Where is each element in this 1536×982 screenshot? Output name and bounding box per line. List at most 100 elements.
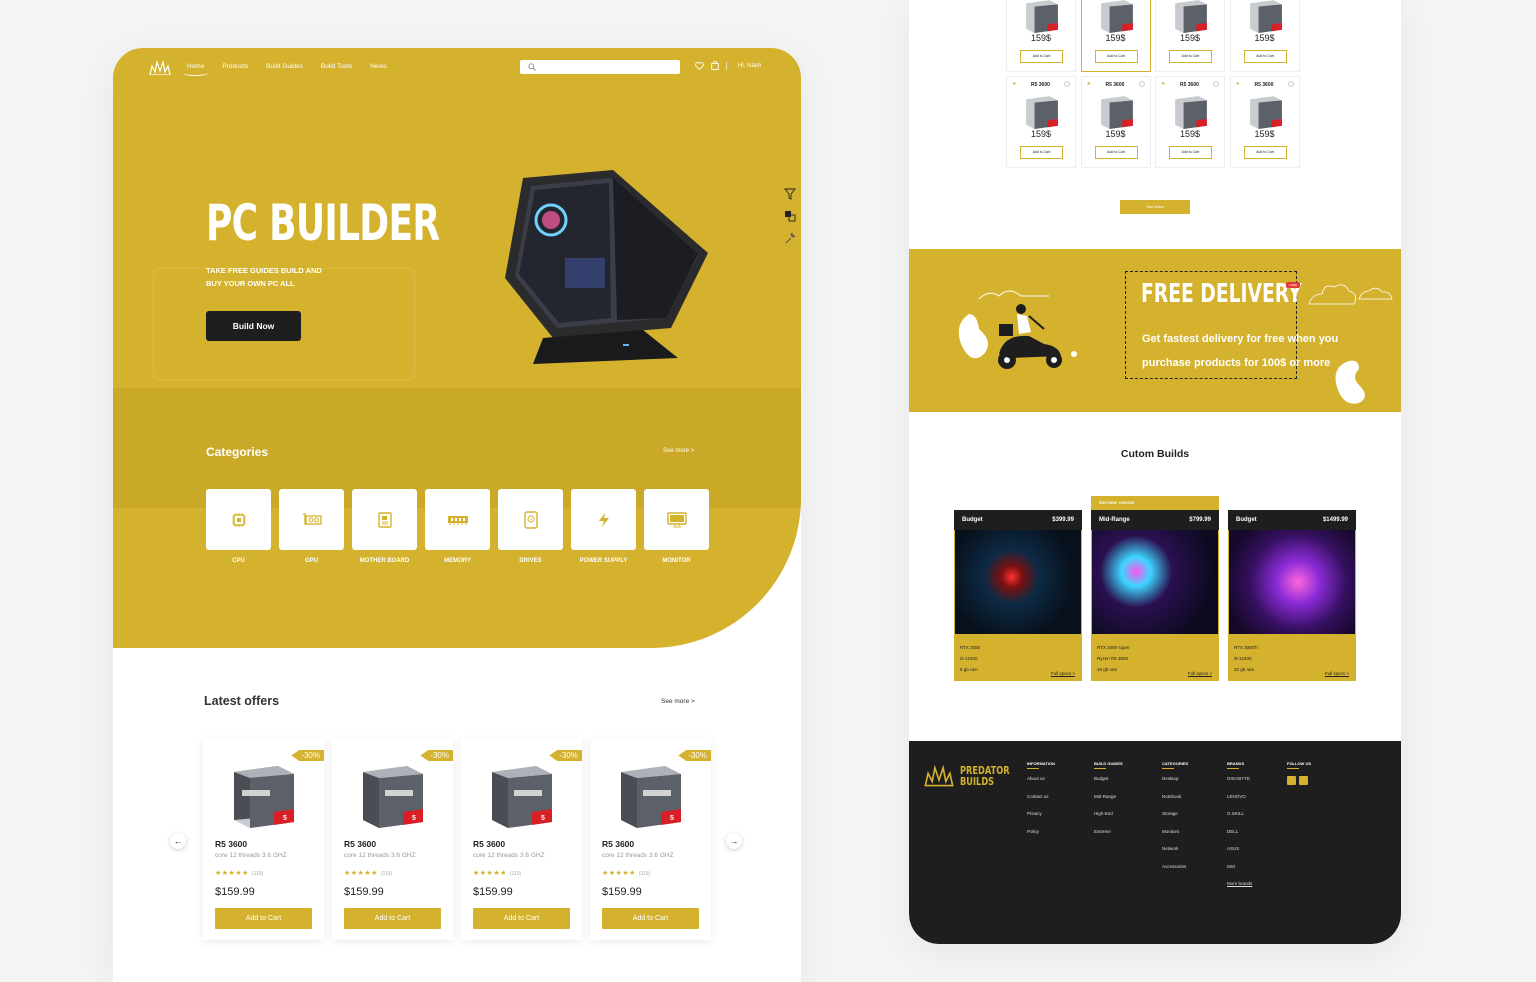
- heart-icon[interactable]: [1287, 81, 1294, 87]
- category-cpu[interactable]: CPU: [206, 489, 271, 564]
- grid-product-card[interactable]: ★ R5 3600 159$ Add to Cart: [1155, 76, 1225, 168]
- grid-see-more-button[interactable]: See More: [1120, 200, 1190, 214]
- category-memory[interactable]: MEMORY: [425, 489, 490, 564]
- product-name: R5 3600: [344, 839, 377, 849]
- build-card[interactable]: Budget $1499.99 RTX 3080TI i9-12400 32 gb r…: [1228, 510, 1356, 681]
- latest-offers-see-more-link[interactable]: See more >: [661, 698, 695, 705]
- ryzen-box-image: [1175, 0, 1207, 33]
- footer-link[interactable]: Accessories: [1162, 864, 1188, 869]
- footer-link[interactable]: MSI: [1227, 864, 1252, 869]
- grid-add-to-cart-button[interactable]: Add to Cart: [1020, 50, 1063, 63]
- grid-product-card[interactable]: 159$ Add to Cart: [1006, 0, 1076, 72]
- grid-product-card-selected[interactable]: 159$ Add to Cart: [1080, 0, 1151, 72]
- gpu-icon: [302, 512, 322, 525]
- add-to-cart-button[interactable]: Add to Cart: [602, 908, 699, 929]
- nav-products[interactable]: Products: [222, 63, 248, 70]
- homepage-lower-screen: 159$ Add to Cart 159$ Add to Cart 159$ Add …: [909, 0, 1401, 944]
- footer-link[interactable]: Mid-Range: [1094, 794, 1123, 799]
- carousel-prev-button[interactable]: ←: [170, 833, 186, 849]
- search-icon: [528, 63, 536, 71]
- discount-badge: -30%: [549, 750, 582, 761]
- product-card[interactable]: -30% 5 R5 3600 core 12 threads 3.6 GHZ ★…: [332, 738, 453, 940]
- category-drives[interactable]: DRIVES: [498, 489, 563, 564]
- category-monitor[interactable]: MONITOR: [644, 489, 709, 564]
- grid-add-to-cart-button[interactable]: Add to Cart: [1243, 146, 1287, 159]
- grid-add-to-cart-button[interactable]: Add to Cart: [1243, 50, 1287, 63]
- build-card[interactable]: Budget $399.99 RTX 3050 i3-12400 8 gb ram F…: [954, 510, 1082, 681]
- footer-link[interactable]: Privacy: [1027, 811, 1055, 816]
- footer-logo[interactable]: PREDATOR BUILDS: [924, 765, 1020, 787]
- grid-add-to-cart-button[interactable]: Add to Cart: [1169, 50, 1212, 63]
- nav-build-guides[interactable]: Build Guides: [266, 63, 303, 70]
- footer-link[interactable]: High-End: [1094, 811, 1123, 816]
- search-input[interactable]: [520, 60, 680, 74]
- more-brands-link[interactable]: More brands: [1227, 881, 1252, 886]
- facebook-icon[interactable]: [1287, 776, 1296, 785]
- footer-link[interactable]: Contact us: [1027, 794, 1055, 799]
- heart-icon[interactable]: [1064, 81, 1070, 87]
- product-card[interactable]: -30% 5 R5 3600 core 12 threads 3.6 GHZ ★…: [203, 738, 324, 940]
- heart-icon[interactable]: [1138, 81, 1145, 87]
- footer-link[interactable]: G.SKILL: [1227, 811, 1252, 816]
- category-motherboard[interactable]: MOTHER BOARD: [352, 489, 417, 564]
- grid-product-card[interactable]: ★ R5 3600 159$ Add to Cart: [1080, 76, 1151, 168]
- heart-icon[interactable]: [695, 61, 704, 70]
- filter-icon[interactable]: [784, 188, 796, 200]
- footer-link[interactable]: LENOVO: [1227, 794, 1252, 799]
- category-gpu[interactable]: GPU: [279, 489, 344, 564]
- full-specs-link[interactable]: Full specs >: [1188, 671, 1212, 676]
- wrench-icon[interactable]: [784, 232, 796, 244]
- grid-price: 159$: [1254, 33, 1275, 43]
- grid-add-to-cart-button[interactable]: Add to Cart: [1169, 146, 1212, 159]
- svg-text:5: 5: [412, 815, 416, 822]
- grid-product-card[interactable]: 159$ Add to Cart: [1155, 0, 1225, 72]
- footer-link[interactable]: ASUS: [1227, 846, 1252, 851]
- footer-link[interactable]: Desktop: [1162, 776, 1188, 781]
- grid-add-to-cart-button[interactable]: Add to Cart: [1094, 50, 1138, 63]
- footer-link[interactable]: Budget: [1094, 776, 1123, 781]
- build-now-button[interactable]: Build Now: [206, 311, 301, 341]
- product-card[interactable]: -30% 5 R5 3600 core 12 threads 3.6 GHZ ★…: [461, 738, 582, 940]
- footer-link[interactable]: GIGABYTE: [1227, 776, 1252, 781]
- full-specs-link[interactable]: Full specs >: [1051, 671, 1075, 676]
- footer-link[interactable]: DELL: [1227, 829, 1252, 834]
- build-cpu: Ryzen R5 3600: [1097, 656, 1129, 661]
- nav-build-tools[interactable]: Build Tools: [321, 63, 352, 70]
- categories-see-more-link[interactable]: See more >: [663, 448, 694, 454]
- user-greeting[interactable]: Hi, Islam: [738, 63, 761, 69]
- carousel-next-button[interactable]: →: [726, 833, 742, 849]
- add-to-cart-button[interactable]: Add to Cart: [473, 908, 570, 929]
- nav-home[interactable]: Home: [182, 63, 209, 76]
- grid-product-card[interactable]: 159$ Add to Cart: [1229, 0, 1300, 72]
- grid-add-to-cart-button[interactable]: Add to Cart: [1094, 146, 1138, 159]
- footer-link[interactable]: About us: [1027, 776, 1055, 781]
- footer-link[interactable]: Notebook: [1162, 794, 1188, 799]
- twitter-icon[interactable]: [1299, 776, 1308, 785]
- product-price: $159.99: [473, 886, 513, 898]
- add-to-cart-button[interactable]: Add to Cart: [344, 908, 441, 929]
- full-specs-link[interactable]: Full specs >: [1325, 671, 1349, 676]
- cart-icon[interactable]: [711, 61, 719, 70]
- build-cpu: i9-12400: [1234, 656, 1252, 661]
- footer-link[interactable]: Extreme: [1094, 829, 1123, 834]
- category-power-supply[interactable]: POWER SUPPLY: [571, 489, 636, 564]
- side-tools: [784, 188, 796, 244]
- footer-link[interactable]: Policy: [1027, 829, 1055, 834]
- grid-product-card[interactable]: ★ R5 3600 159$ Add to Cart: [1229, 76, 1300, 168]
- heart-icon[interactable]: [1213, 81, 1219, 87]
- grid-product-card[interactable]: ★ R5 3600 159$ Add to Cart: [1006, 76, 1076, 168]
- build-card-featured[interactable]: EDITORS' CHOICE Mid-Range $799.99 RTX 206…: [1091, 496, 1219, 681]
- user-icon[interactable]: [726, 61, 727, 70]
- compare-icon[interactable]: [784, 210, 796, 222]
- footer-link[interactable]: Storage: [1162, 811, 1188, 816]
- footer-link[interactable]: Network: [1162, 846, 1188, 851]
- add-to-cart-button[interactable]: Add to Cart: [215, 908, 312, 929]
- grid-add-to-cart-button[interactable]: Add to Cart: [1020, 146, 1063, 159]
- footer-link[interactable]: Monitors: [1162, 829, 1188, 834]
- product-card[interactable]: -30% 5 R5 3600 core 12 threads 3.6 GHZ ★…: [590, 738, 711, 940]
- product-price: $159.99: [215, 886, 255, 898]
- logo-icon[interactable]: [149, 61, 171, 75]
- nav-news[interactable]: News: [370, 63, 386, 70]
- delivery-text: Get fastest delivery for free when you p…: [1142, 333, 1339, 369]
- top-nav: Home Products Build Guides Build Tools N…: [113, 48, 801, 88]
